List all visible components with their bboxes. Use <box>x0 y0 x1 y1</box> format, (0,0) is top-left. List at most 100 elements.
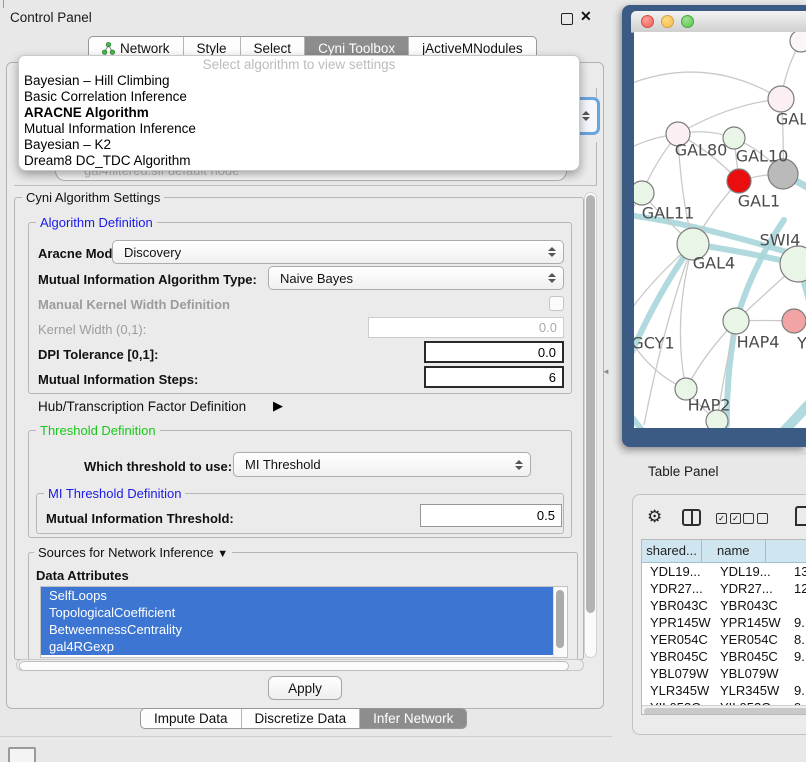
manual-kernel-checkbox[interactable] <box>549 296 564 311</box>
settings-hscrollbar-thumb[interactable] <box>19 661 569 671</box>
algorithm-option[interactable]: Mutual Information Inference <box>19 121 579 137</box>
algorithm-option[interactable]: Bayesian – Hill Climbing <box>19 73 579 89</box>
attribute-item[interactable]: SelfLoops <box>41 587 553 604</box>
network-edge[interactable] <box>634 72 781 99</box>
expander-arrow-icon[interactable]: ▶ <box>273 398 283 414</box>
settings-hscrollbar-track[interactable] <box>16 659 584 671</box>
table-row[interactable]: YDL19...YDL19...13 <box>642 563 806 580</box>
panel-bottom-edge <box>0 736 612 737</box>
table-row[interactable]: YBL079WYBL079W <box>642 665 806 682</box>
close-traffic-light[interactable] <box>641 15 654 28</box>
algorithm-option[interactable]: ARACNE Algorithm <box>19 105 579 121</box>
groupbox-edge <box>14 185 596 186</box>
table-cell: YBR043C <box>642 597 712 614</box>
table-cell: YER054C <box>642 631 712 648</box>
column-layout-icon[interactable] <box>682 509 701 526</box>
node-table: shared...name YDL19...YDL19...13YDR27...… <box>641 539 806 715</box>
hub-definition-label: Hub/Transcription Factor Definition <box>38 399 246 414</box>
column-header[interactable]: shared... <box>642 540 702 562</box>
popup-item-list: Bayesian – Hill ClimbingBasic Correlatio… <box>19 73 579 169</box>
node-label: HAP2 <box>688 396 731 415</box>
table-hscrollbar-thumb[interactable] <box>644 708 806 715</box>
mi-steps-field[interactable]: 6 <box>424 366 564 388</box>
list-scrollbar-track[interactable] <box>553 587 566 657</box>
tab-label: Infer Network <box>373 711 453 726</box>
network-window-titlebar[interactable] <box>631 11 806 33</box>
table-row[interactable]: YER054CYER054C8. <box>642 631 806 648</box>
dpi-tolerance-field[interactable]: 0.0 <box>424 341 564 363</box>
network-edge-thick[interactable] <box>749 392 806 428</box>
table-header-row: shared...name <box>642 540 806 563</box>
network-node[interactable] <box>634 181 654 205</box>
float-window-icon[interactable] <box>561 13 573 25</box>
divider-tick <box>3 0 4 8</box>
network-node[interactable] <box>790 32 806 52</box>
collapse-arrow-icon[interactable]: ▼ <box>217 548 228 560</box>
node-label: Y <box>797 334 806 353</box>
settings-scrollbar-track[interactable] <box>584 192 597 658</box>
tab-discretize-data[interactable]: Discretize Data <box>242 709 361 728</box>
select-all-checkboxes-icon[interactable]: ✓ ✓ <box>716 513 741 524</box>
network-node[interactable] <box>723 308 749 334</box>
network-node[interactable] <box>727 169 751 193</box>
cyni-settings-title: Cyni Algorithm Settings <box>22 190 164 205</box>
table-row[interactable]: YPR145WYPR145W9. <box>642 614 806 631</box>
combo-arrows-icon <box>548 247 556 257</box>
settings-scrollbar-thumb[interactable] <box>586 195 595 613</box>
minimize-traffic-light[interactable] <box>661 15 674 28</box>
column-header[interactable]: name <box>702 540 765 562</box>
table-body: YDL19...YDL19...13YDR27...YDR27...12YBR0… <box>642 563 806 705</box>
function-builder-icon[interactable] <box>795 506 806 526</box>
node-label: GAL10 <box>736 147 789 166</box>
mi-threshold-group-title: MI Threshold Definition <box>44 486 185 501</box>
algorithm-option[interactable]: Bayesian – K2 <box>19 137 579 153</box>
table-row[interactable]: YBR045CYBR045C9. <box>642 648 806 665</box>
table-row[interactable]: YBR043CYBR043C <box>642 597 806 614</box>
tab-impute-data[interactable]: Impute Data <box>141 709 242 728</box>
tab-label: Style <box>197 41 227 56</box>
apply-button[interactable]: Apply <box>268 676 342 700</box>
network-edge-thick[interactable] <box>634 400 694 428</box>
splitter-arrow-icon[interactable]: ◄ <box>602 367 610 376</box>
threshold-group-title: Threshold Definition <box>36 423 160 438</box>
table-panel-divider <box>620 453 806 454</box>
node-label: GAL1 <box>738 192 780 211</box>
combo-arrows-icon <box>582 111 590 121</box>
list-scrollbar-thumb[interactable] <box>556 590 564 648</box>
tab-infer-network[interactable]: Infer Network <box>360 709 466 728</box>
mi-type-combobox[interactable]: Naive Bayes <box>268 266 564 290</box>
gear-icon[interactable]: ⚙ <box>647 507 662 527</box>
mi-type-label: Mutual Information Algorithm Type: <box>38 272 257 287</box>
groupbox-edge <box>596 142 597 186</box>
data-attributes-list[interactable]: SelfLoopsTopologicalCoefficientBetweenne… <box>40 586 568 658</box>
network-edge[interactable] <box>680 244 693 389</box>
attribute-item[interactable]: TopologicalCoefficient <box>41 604 553 621</box>
close-icon[interactable]: ✕ <box>580 8 592 25</box>
attribute-item[interactable]: BetweennessCentrality <box>41 621 553 638</box>
table-panel-title: Table Panel <box>648 464 719 479</box>
mi-threshold-field[interactable]: 0.5 <box>420 504 562 527</box>
kernel-width-field[interactable]: 0.0 <box>368 317 564 338</box>
algorithm-option[interactable]: Basic Correlation Inference <box>19 89 579 105</box>
column-header[interactable] <box>766 540 806 562</box>
attribute-item[interactable]: gal4RGexp <box>41 638 553 655</box>
network-node[interactable] <box>768 86 794 112</box>
network-node[interactable] <box>782 309 806 333</box>
aracne-mode-combobox[interactable]: Discovery <box>112 240 564 264</box>
dock-panel-icon[interactable] <box>8 747 36 762</box>
application-window: Control Panel ✕ NetworkStyleSelectCyni T… <box>0 0 806 762</box>
which-threshold-combobox[interactable]: MI Threshold <box>233 452 531 477</box>
deselect-all-checkboxes-icon[interactable] <box>743 513 768 524</box>
table-cell: 9. <box>786 614 806 631</box>
table-cell: YDL19... <box>642 563 712 580</box>
table-row[interactable]: YDR27...YDR27...12 <box>642 580 806 597</box>
table-hscrollbar-track[interactable] <box>642 705 806 715</box>
network-edge-thick[interactable] <box>634 244 693 380</box>
algorithm-option[interactable]: Dream8 DC_TDC Algorithm <box>19 153 579 169</box>
network-canvas[interactable]: GALGAL80GAL10GAL1GAL11GAL4SWI4GCY1HAP4YH… <box>634 32 806 428</box>
mi-type-value: Naive Bayes <box>280 271 353 286</box>
popup-placeholder: Select algorithm to view settings <box>19 56 579 73</box>
zoom-traffic-light[interactable] <box>681 15 694 28</box>
table-panel-body: ⚙ ✓ ✓ shared...name YDL19...YDL19...13YD… <box>632 494 806 735</box>
table-row[interactable]: YLR345WYLR345W9. <box>642 682 806 699</box>
